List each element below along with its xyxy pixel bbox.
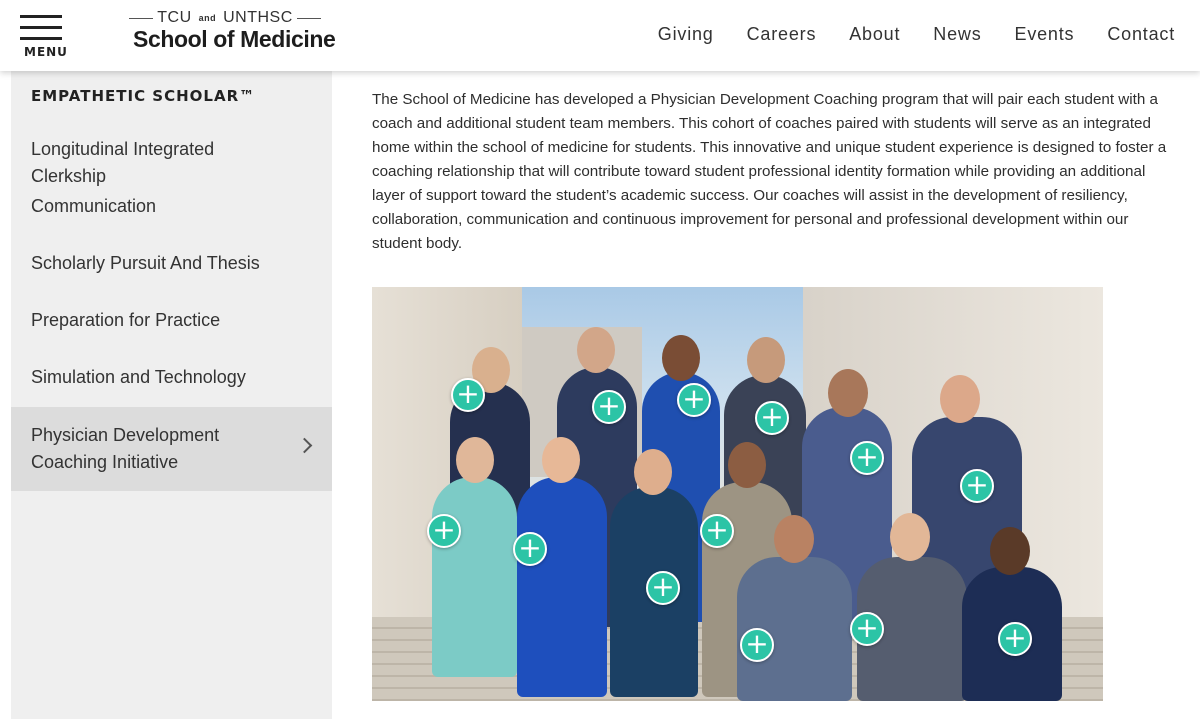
nav-about[interactable]: About — [849, 24, 900, 45]
nav-giving[interactable]: Giving — [658, 24, 714, 45]
sidebar-heading: EMPATHETIC SCHOLAR™ — [31, 87, 256, 105]
photo-person-head — [940, 375, 980, 423]
menu-button[interactable]: MENU — [20, 12, 67, 62]
coach-hotspot-plus-icon[interactable]: + — [513, 532, 547, 566]
coach-hotspot-plus-icon[interactable]: + — [850, 612, 884, 646]
logo-title: School of Medicine — [133, 26, 336, 52]
photo-person-head — [634, 449, 672, 495]
sidebar-item-label: Physician Development Coaching Initiativ… — [31, 425, 220, 472]
hamburger-icon — [20, 15, 62, 18]
coach-hotspot-plus-icon[interactable]: + — [850, 441, 884, 475]
sidebar-item-communication[interactable]: Communication — [11, 193, 332, 220]
photo-person-head — [990, 527, 1030, 575]
sidebar-item-label: Communication — [31, 196, 157, 216]
nav-events[interactable]: Events — [1015, 24, 1075, 45]
chevron-right-icon — [296, 437, 313, 454]
photo-person-head — [747, 337, 785, 383]
menu-label: MENU — [24, 45, 68, 59]
intro-paragraph: The School of Medicine has developed a P… — [372, 91, 1167, 252]
nav-news[interactable]: News — [933, 24, 981, 45]
coach-hotspot-plus-icon[interactable]: + — [960, 469, 994, 503]
photo-person-head — [577, 327, 615, 373]
coaches-group-photo: + + + + + + + + + + + + + — [372, 287, 1103, 701]
photo-person-head — [774, 515, 814, 563]
coach-hotspot-plus-icon[interactable]: + — [740, 628, 774, 662]
sidebar-item-physician-development-coaching[interactable]: Physician Development Coaching Initiativ… — [11, 407, 332, 491]
sidebar-item-label: Simulation and Technology — [31, 367, 246, 387]
coach-hotspot-plus-icon[interactable]: + — [755, 401, 789, 435]
coach-hotspot-plus-icon[interactable]: + — [592, 390, 626, 424]
logo-rule — [296, 17, 321, 19]
logo-institutions: TCU and UNTHSC — [157, 9, 293, 26]
photo-person-head — [828, 369, 868, 417]
sidebar-item-longitudinal-integrated-clerkship[interactable]: Longitudinal Integrated Clerkship — [11, 136, 332, 190]
coach-hotspot-plus-icon[interactable]: + — [451, 378, 485, 412]
hamburger-icon — [20, 37, 62, 40]
photo-person-head — [728, 442, 766, 488]
coach-hotspot-plus-icon[interactable]: + — [677, 383, 711, 417]
sidebar-item-scholarly-pursuit[interactable]: Scholarly Pursuit And Thesis — [11, 250, 332, 277]
photo-person-head — [662, 335, 700, 381]
top-navigation: Giving Careers About News Events Contact — [625, 24, 1175, 45]
sidebar-item-label: Longitudinal Integrated Clerkship — [31, 139, 215, 186]
photo-person — [432, 477, 517, 677]
site-logo[interactable]: TCU and UNTHSC School of Medicine — [129, 9, 336, 53]
coach-hotspot-plus-icon[interactable]: + — [427, 514, 461, 548]
sidebar-item-simulation-and-technology[interactable]: Simulation and Technology — [11, 364, 332, 391]
coach-hotspot-plus-icon[interactable]: + — [646, 571, 680, 605]
nav-careers[interactable]: Careers — [747, 24, 817, 45]
photo-person-head — [890, 513, 930, 561]
photo-person — [517, 477, 607, 697]
photo-person-head — [456, 437, 494, 483]
nav-contact[interactable]: Contact — [1107, 24, 1175, 45]
coach-hotspot-plus-icon[interactable]: + — [998, 622, 1032, 656]
sidebar-item-label: Scholarly Pursuit And Thesis — [31, 253, 260, 273]
sidebar-item-preparation-for-practice[interactable]: Preparation for Practice — [11, 307, 332, 334]
logo-rule — [129, 17, 154, 19]
photo-person-head — [542, 437, 580, 483]
section-sidebar: EMPATHETIC SCHOLAR™ Longitudinal Integra… — [11, 71, 332, 719]
coach-hotspot-plus-icon[interactable]: + — [700, 514, 734, 548]
site-header: MENU TCU and UNTHSC School of Medicine G… — [0, 0, 1200, 71]
sidebar-item-label: Preparation for Practice — [31, 310, 221, 330]
hamburger-icon — [20, 26, 62, 29]
